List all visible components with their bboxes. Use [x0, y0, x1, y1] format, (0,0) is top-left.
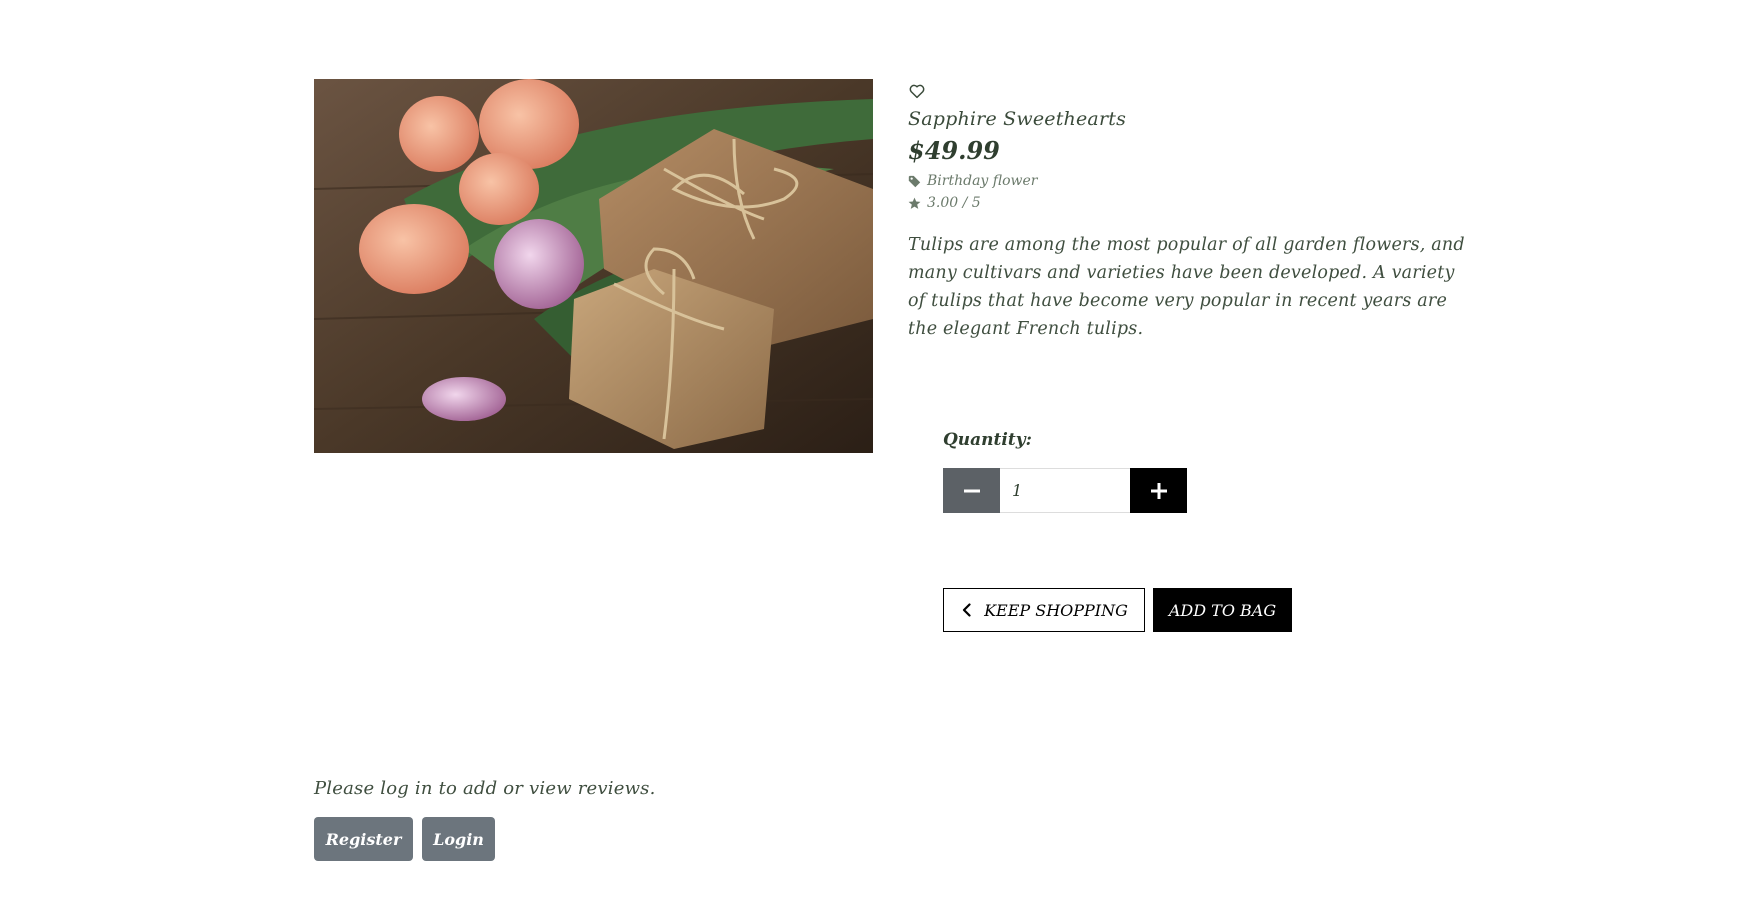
reviews-login-message: Please log in to add or view reviews. [314, 778, 656, 799]
quantity-stepper [943, 468, 1187, 513]
plus-icon [1150, 482, 1167, 499]
decrease-quantity-button[interactable] [943, 468, 1000, 513]
product-details: Sapphire Sweethearts $49.99 Birthday flo… [908, 82, 1468, 343]
product-rating: 3.00 / 5 [908, 195, 1468, 211]
product-photo [314, 79, 873, 453]
register-button[interactable]: Register [314, 817, 413, 861]
product-image [314, 79, 873, 453]
quantity-label: Quantity: [943, 430, 1032, 450]
product-price: $49.99 [908, 136, 1000, 165]
product-description: Tulips are among the most popular of all… [908, 235, 1465, 339]
quantity-input[interactable] [1000, 468, 1130, 513]
product-name: Sapphire Sweethearts [908, 108, 1127, 130]
category-label: Birthday flower [927, 173, 1038, 189]
rating-value: 3.00 / 5 [927, 195, 981, 211]
keep-shopping-label: KEEP SHOPPING [984, 600, 1128, 620]
product-category[interactable]: Birthday flower [908, 173, 1468, 189]
add-to-bag-button[interactable]: ADD TO BAG [1153, 588, 1292, 632]
minus-icon [963, 489, 980, 492]
tag-icon [908, 175, 921, 187]
keep-shopping-button[interactable]: KEEP SHOPPING [943, 588, 1145, 632]
star-icon [908, 197, 921, 209]
login-button[interactable]: Login [422, 817, 495, 861]
increase-quantity-button[interactable] [1130, 468, 1187, 513]
chevron-left-icon [962, 603, 971, 617]
heart-outline-icon[interactable] [908, 82, 926, 100]
